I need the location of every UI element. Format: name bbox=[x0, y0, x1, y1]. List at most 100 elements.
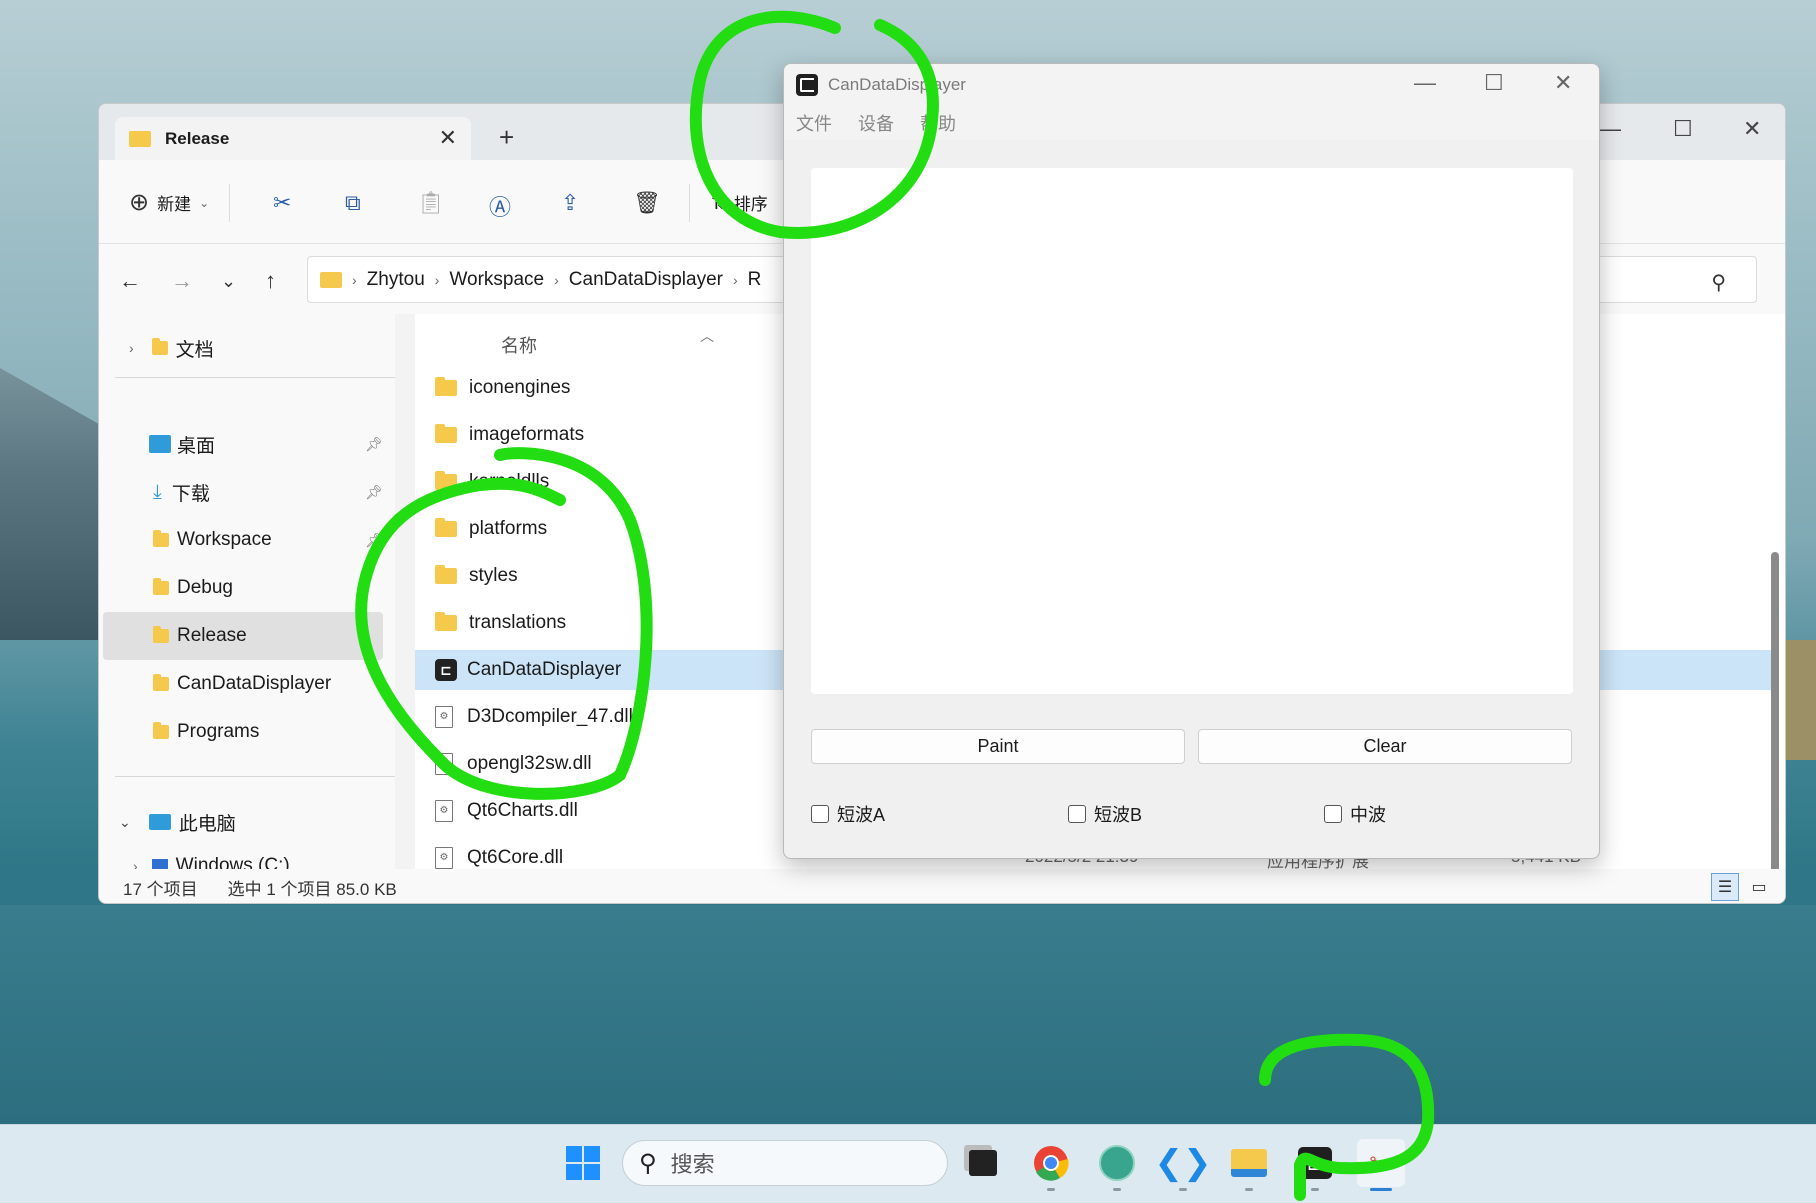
close-tab-icon[interactable]: ✕ bbox=[439, 125, 457, 151]
rename-icon[interactable]: Ⓐ bbox=[489, 190, 511, 222]
menu-device[interactable]: 设备 bbox=[858, 110, 894, 136]
search-icon[interactable]: ⚲ bbox=[1711, 270, 1726, 295]
folder-icon bbox=[153, 626, 169, 643]
checkbox-shortwave-b[interactable]: 短波B bbox=[1068, 801, 1142, 827]
menu-file[interactable]: 文件 bbox=[796, 110, 832, 136]
checkbox-box[interactable] bbox=[811, 805, 829, 823]
up-icon[interactable]: ↑ bbox=[265, 268, 276, 294]
paste-icon[interactable]: 📋︎ bbox=[417, 190, 445, 216]
dll-file-icon: ⚙ bbox=[435, 800, 453, 822]
breadcrumb-item[interactable]: Workspace bbox=[449, 269, 544, 291]
recent-dropdown-icon[interactable]: ⌄ bbox=[221, 271, 236, 292]
file-name: iconengines bbox=[469, 377, 571, 398]
pin-icon[interactable]: 📌︎ bbox=[365, 436, 383, 453]
running-indicator bbox=[1113, 1188, 1121, 1191]
tiles-view-icon[interactable]: ▭ bbox=[1745, 873, 1773, 901]
sidebar-item-release[interactable]: Release bbox=[103, 612, 383, 660]
sidebar-item-programs[interactable]: Programs bbox=[103, 708, 383, 756]
checkbox-box[interactable] bbox=[1324, 805, 1342, 823]
file-name: Qt6Core.dll bbox=[467, 847, 564, 868]
maximize-icon[interactable]: ☐ bbox=[1673, 116, 1693, 142]
new-button[interactable]: ⊕ 新建 ⌄ bbox=[129, 188, 209, 217]
status-bar: 17 个项目 选中 1 个项目 85.0 KB ☰ ▭ bbox=[99, 869, 1785, 903]
sidebar-item-candatadisplayer[interactable]: CanDataDisplayer bbox=[103, 660, 383, 708]
menu-help[interactable]: 帮助 bbox=[920, 110, 956, 136]
column-header-name[interactable]: 名称 bbox=[501, 332, 537, 358]
chart-canvas[interactable] bbox=[811, 168, 1573, 694]
breadcrumb-separator: › bbox=[554, 271, 559, 288]
folder-icon bbox=[1231, 1149, 1267, 1177]
chevron-right-icon: › bbox=[133, 858, 138, 869]
dll-file-icon: ⚙ bbox=[435, 847, 453, 869]
minimize-icon[interactable]: — bbox=[1414, 70, 1436, 96]
sidebar-item-debug[interactable]: Debug bbox=[103, 564, 383, 612]
explorer-tab[interactable]: Release ✕ bbox=[115, 117, 471, 160]
share-icon[interactable]: ⇪ bbox=[561, 190, 579, 216]
toolbar-divider bbox=[229, 184, 230, 222]
vscode-icon[interactable]: ❮❯ bbox=[1155, 1139, 1212, 1191]
sidebar-item-this-pc[interactable]: ⌄ 此电脑 bbox=[103, 798, 383, 846]
scissors-icon: ✂ bbox=[1369, 1147, 1393, 1179]
file-name: imageformats bbox=[469, 424, 585, 445]
sidebar-item-label: 下载 bbox=[171, 483, 210, 505]
copy-icon[interactable]: ⧉ bbox=[345, 190, 361, 216]
running-indicator bbox=[1245, 1188, 1253, 1191]
sidebar-item-label: Windows (C:) bbox=[175, 855, 290, 869]
sidebar-item-workspace[interactable]: Workspace 📌︎ bbox=[103, 516, 383, 564]
breadcrumb-item[interactable]: R bbox=[748, 269, 762, 291]
folder-icon bbox=[435, 518, 457, 537]
sidebar-item-label: Release bbox=[177, 625, 247, 646]
pin-icon[interactable]: 📌︎ bbox=[365, 484, 383, 501]
desktop-icon bbox=[149, 435, 171, 453]
sidebar-item-desktop[interactable]: 桌面 📌︎ bbox=[103, 420, 383, 468]
checkbox-box[interactable] bbox=[1068, 805, 1086, 823]
app-icon[interactable] bbox=[1093, 1139, 1141, 1191]
file-list-scrollbar-thumb[interactable] bbox=[1771, 552, 1779, 869]
task-view-icon[interactable] bbox=[959, 1139, 1007, 1187]
back-icon[interactable]: ← bbox=[119, 268, 141, 294]
active-indicator bbox=[1370, 1188, 1392, 1191]
windows-drive-icon bbox=[151, 859, 168, 869]
windows-start-icon[interactable] bbox=[559, 1139, 607, 1187]
close-window-icon[interactable]: ✕ bbox=[1743, 116, 1761, 142]
sidebar-item-label: Programs bbox=[177, 721, 260, 742]
sidebar-item-documents[interactable]: › 文档 bbox=[103, 324, 383, 372]
chrome-logo-icon bbox=[1034, 1146, 1069, 1181]
file-explorer-icon[interactable] bbox=[1225, 1139, 1273, 1191]
dll-file-icon: ⚙ bbox=[435, 753, 453, 775]
navigation-pane: › 文档 桌面 📌︎ ⤓ 下载 📌︎ Workspace 📌︎ Debug Re… bbox=[99, 314, 395, 869]
snipping-tool-icon[interactable]: ✂ bbox=[1357, 1139, 1405, 1191]
breadcrumb-item[interactable]: Zhytou bbox=[367, 269, 425, 291]
folder-icon bbox=[435, 471, 457, 490]
minimize-icon[interactable]: — bbox=[1599, 116, 1621, 142]
folder-icon bbox=[129, 130, 151, 147]
download-icon: ⤓ bbox=[153, 480, 162, 503]
file-name: opengl32sw.dll bbox=[467, 753, 592, 774]
details-view-icon[interactable]: ☰ bbox=[1711, 873, 1739, 901]
clear-button[interactable]: Clear bbox=[1198, 729, 1572, 764]
paint-button[interactable]: Paint bbox=[811, 729, 1185, 764]
running-indicator bbox=[1311, 1188, 1319, 1191]
sidebar-item-downloads[interactable]: ⤓ 下载 📌︎ bbox=[103, 468, 383, 516]
file-name: D3Dcompiler_47.dll bbox=[467, 706, 633, 727]
cut-icon[interactable]: ✂ bbox=[273, 190, 291, 216]
checkbox-shortwave-a[interactable]: 短波A bbox=[811, 801, 885, 827]
forward-icon[interactable]: → bbox=[171, 268, 193, 294]
new-tab-icon[interactable]: + bbox=[499, 122, 514, 153]
sidebar-item-label: 文档 bbox=[175, 339, 214, 361]
sort-button[interactable]: ⇅ 排序 bbox=[711, 190, 768, 215]
maximize-icon[interactable]: ☐ bbox=[1484, 70, 1504, 96]
chrome-icon[interactable] bbox=[1027, 1139, 1075, 1191]
delete-icon[interactable]: 🗑︎ bbox=[633, 190, 661, 216]
close-window-icon[interactable]: ✕ bbox=[1554, 70, 1572, 96]
item-count: 17 个项目 bbox=[123, 879, 198, 899]
breadcrumb-item[interactable]: CanDataDisplayer bbox=[569, 269, 723, 291]
checkbox-mediumwave[interactable]: 中波 bbox=[1324, 801, 1386, 827]
file-name: kerneldlls bbox=[469, 471, 550, 492]
plus-circle-icon: ⊕ bbox=[129, 189, 150, 216]
sidebar-item-drive-c[interactable]: › Windows (C:) bbox=[103, 842, 383, 869]
pin-icon[interactable]: 📌︎ bbox=[365, 532, 383, 549]
folder-icon bbox=[151, 338, 168, 355]
taskbar-search[interactable]: ⚲ 搜索 bbox=[622, 1140, 948, 1186]
candatadisplayer-icon[interactable]: ⊏ bbox=[1291, 1139, 1339, 1191]
